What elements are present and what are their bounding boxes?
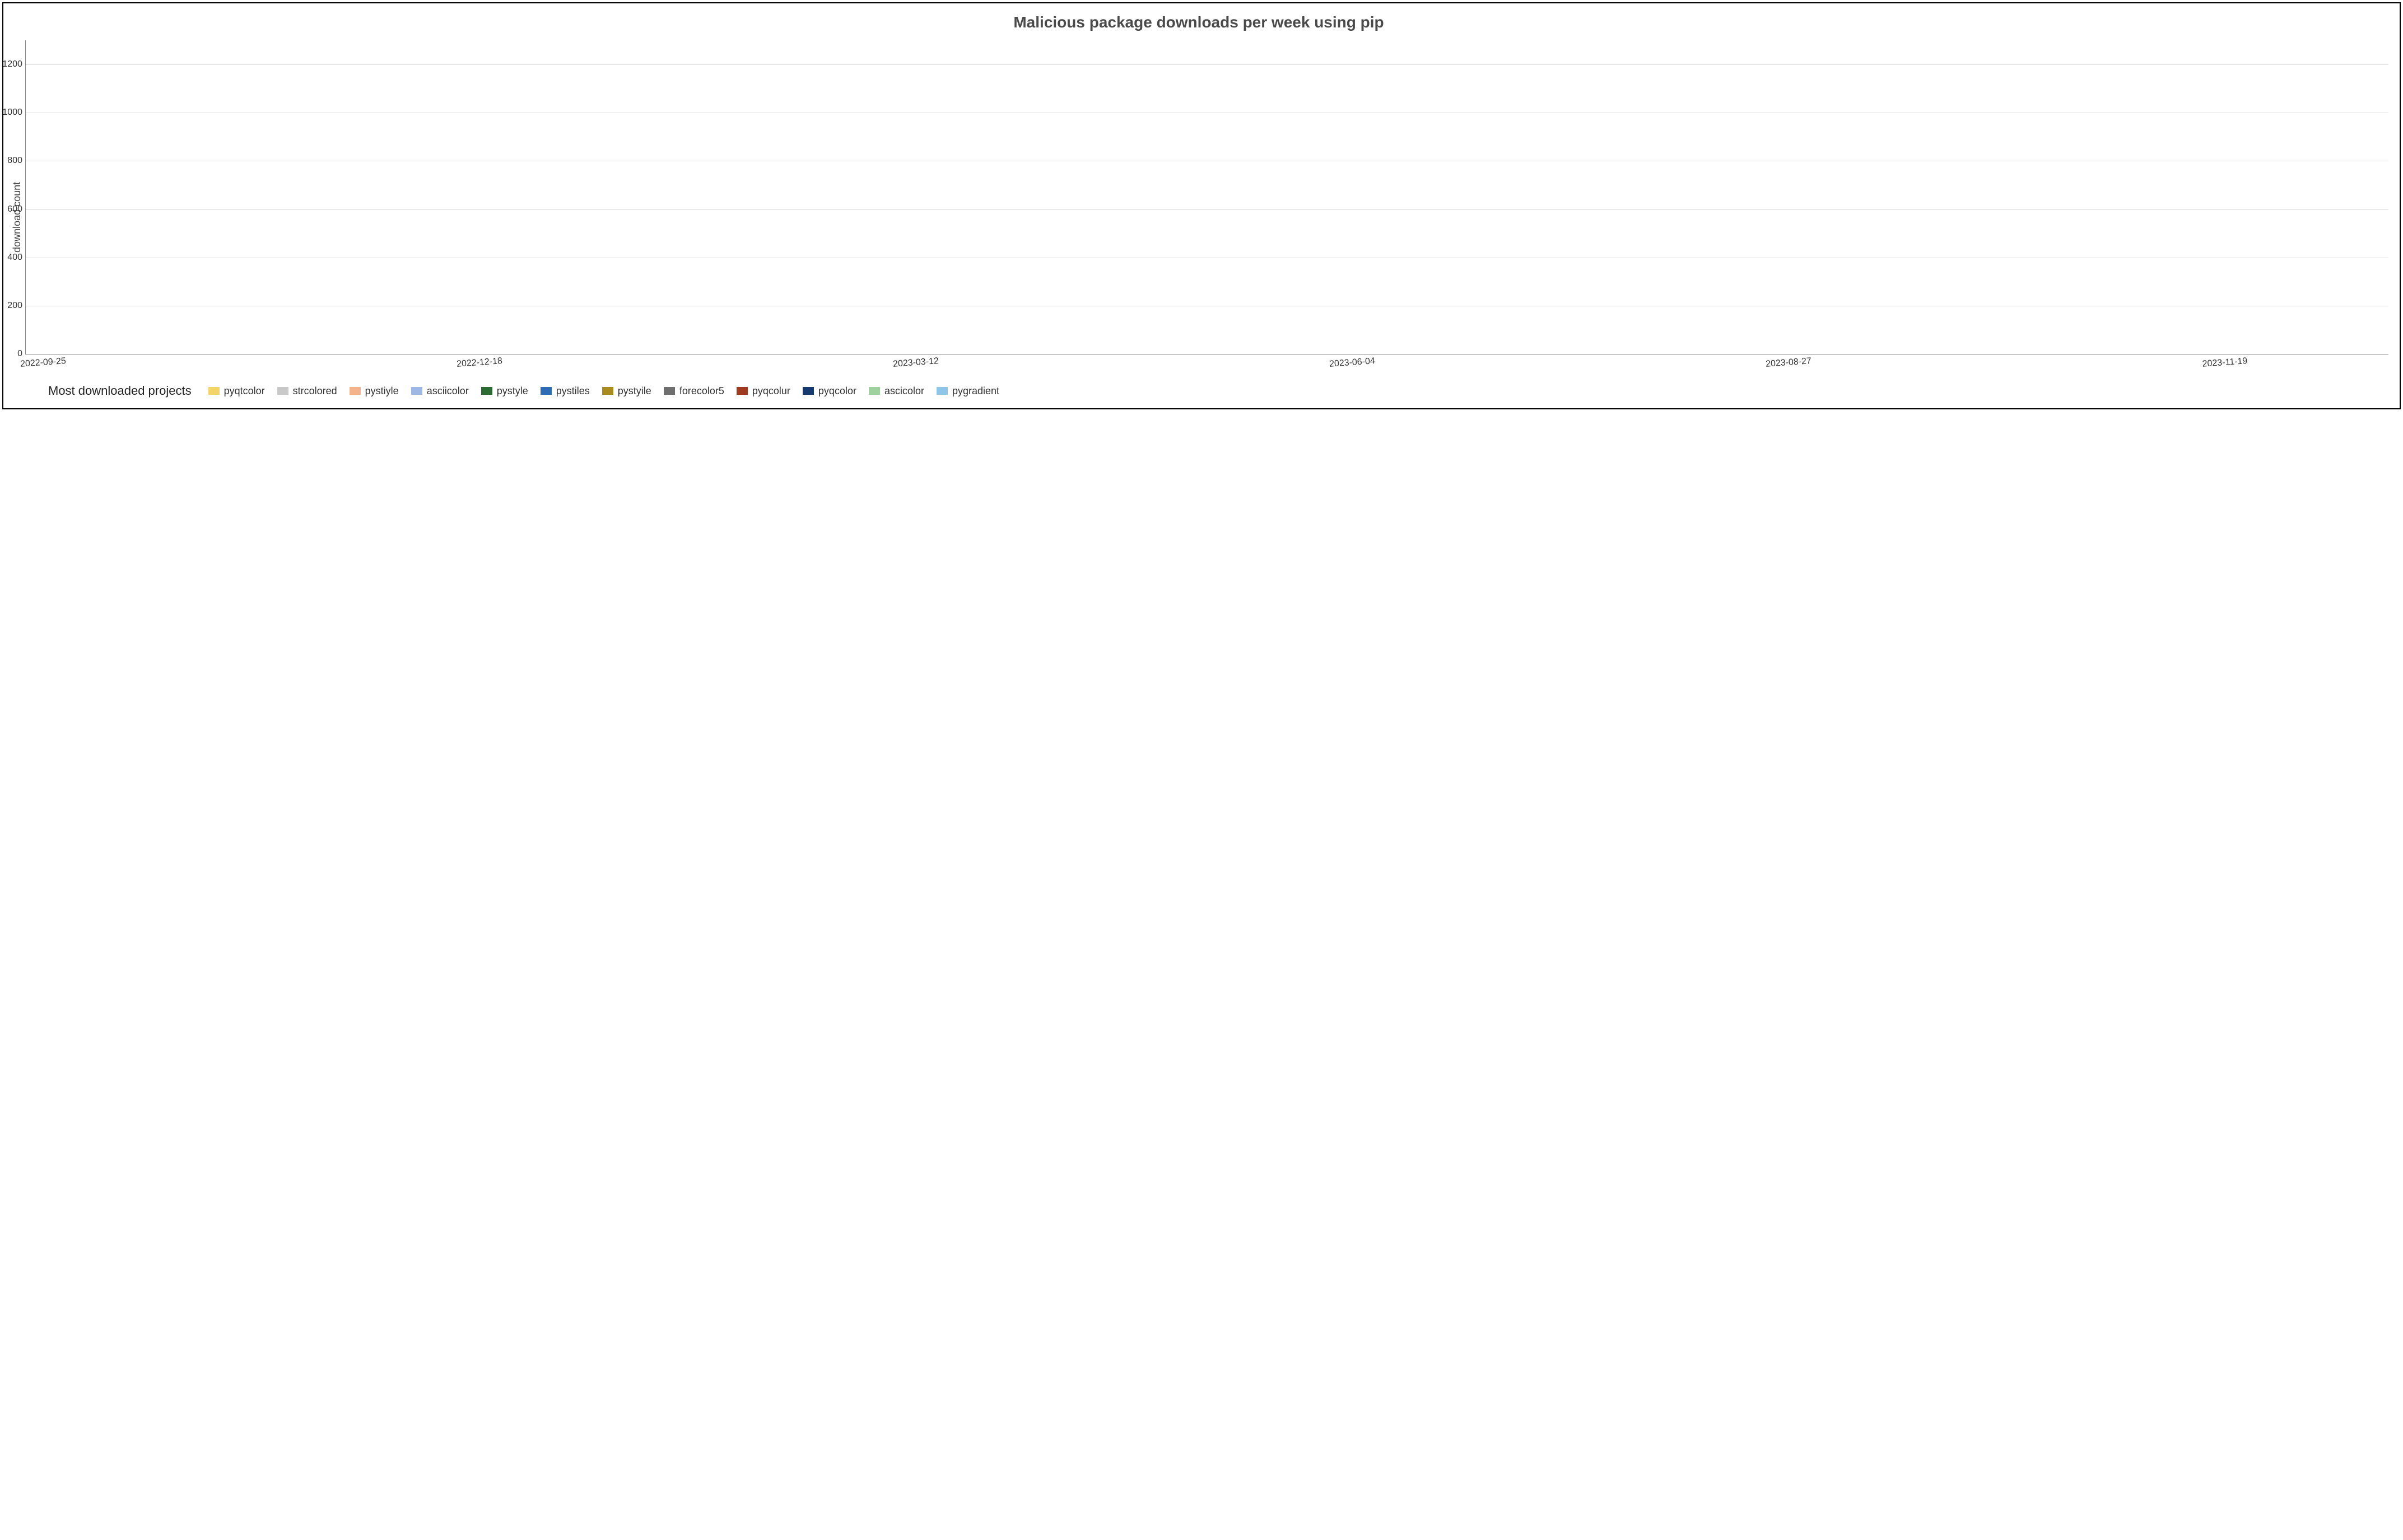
y-tick: 600 — [7, 204, 26, 214]
legend-label: strcolored — [293, 385, 337, 397]
legend-label: forecolor5 — [679, 385, 724, 397]
legend-item: pystiyle — [350, 385, 399, 397]
legend-item: forecolor5 — [664, 385, 724, 397]
legend-label: pyqtcolor — [224, 385, 265, 397]
legend-swatch — [937, 387, 948, 395]
plot-area: 020040060080010001200 2022-09-252022-12-… — [25, 40, 2388, 371]
legend-item: pyqcolur — [737, 385, 790, 397]
legend-swatch — [411, 387, 422, 395]
x-tick: 2023-03-12 — [893, 356, 939, 370]
grid: 020040060080010001200 — [25, 40, 2388, 354]
legend-item: strcolored — [277, 385, 337, 397]
x-tick: 2023-08-27 — [1766, 356, 1812, 370]
legend-swatch — [481, 387, 492, 395]
legend-item: pystyle — [481, 385, 528, 397]
legend-item: asciicolor — [411, 385, 469, 397]
legend-swatch — [803, 387, 814, 395]
x-tick: 2022-09-25 — [20, 356, 67, 370]
legend-swatch — [869, 387, 880, 395]
chart-frame: Malicious package downloads per week usi… — [2, 2, 2401, 409]
legend-item: pygradient — [937, 385, 999, 397]
y-tick: 800 — [7, 156, 26, 166]
x-axis: 2022-09-252022-12-182023-03-122023-06-04… — [25, 354, 2388, 371]
chart-body: download count 020040060080010001200 202… — [9, 40, 2388, 371]
legend-label: asciicolor — [427, 385, 469, 397]
y-tick: 1000 — [2, 108, 26, 118]
x-tick: 2023-06-04 — [1329, 356, 1376, 370]
legend-swatch — [541, 387, 552, 395]
legend-item: pystiles — [541, 385, 590, 397]
legend-item: pystyile — [602, 385, 651, 397]
y-tick: 200 — [7, 301, 26, 311]
legend-item: ascicolor — [869, 385, 924, 397]
legend: Most downloaded projects pyqtcolor strcol… — [48, 384, 2372, 398]
legend-label: pyqcolor — [818, 385, 856, 397]
chart-title: Malicious package downloads per week usi… — [9, 13, 2388, 31]
legend-label: pystiles — [556, 385, 590, 397]
legend-title: Most downloaded projects — [48, 384, 192, 398]
legend-item: pyqcolor — [803, 385, 856, 397]
legend-item: pyqtcolor — [208, 385, 265, 397]
y-tick: 400 — [7, 253, 26, 263]
bars-container — [26, 40, 2388, 354]
legend-swatch — [350, 387, 361, 395]
legend-label: pystyile — [618, 385, 651, 397]
gridline — [26, 64, 2388, 65]
legend-swatch — [602, 387, 613, 395]
legend-swatch — [737, 387, 748, 395]
legend-swatch — [277, 387, 288, 395]
y-tick: 1200 — [2, 59, 26, 69]
x-tick: 2023-11-19 — [2202, 356, 2248, 370]
legend-label: ascicolor — [884, 385, 924, 397]
legend-swatch — [208, 387, 220, 395]
legend-label: pystiyle — [365, 385, 399, 397]
gridline — [26, 209, 2388, 210]
legend-swatch — [664, 387, 675, 395]
legend-label: pygradient — [952, 385, 999, 397]
legend-label: pystyle — [497, 385, 528, 397]
legend-label: pyqcolur — [752, 385, 790, 397]
x-tick: 2022-12-18 — [457, 356, 503, 370]
y-tick: 0 — [17, 349, 26, 359]
